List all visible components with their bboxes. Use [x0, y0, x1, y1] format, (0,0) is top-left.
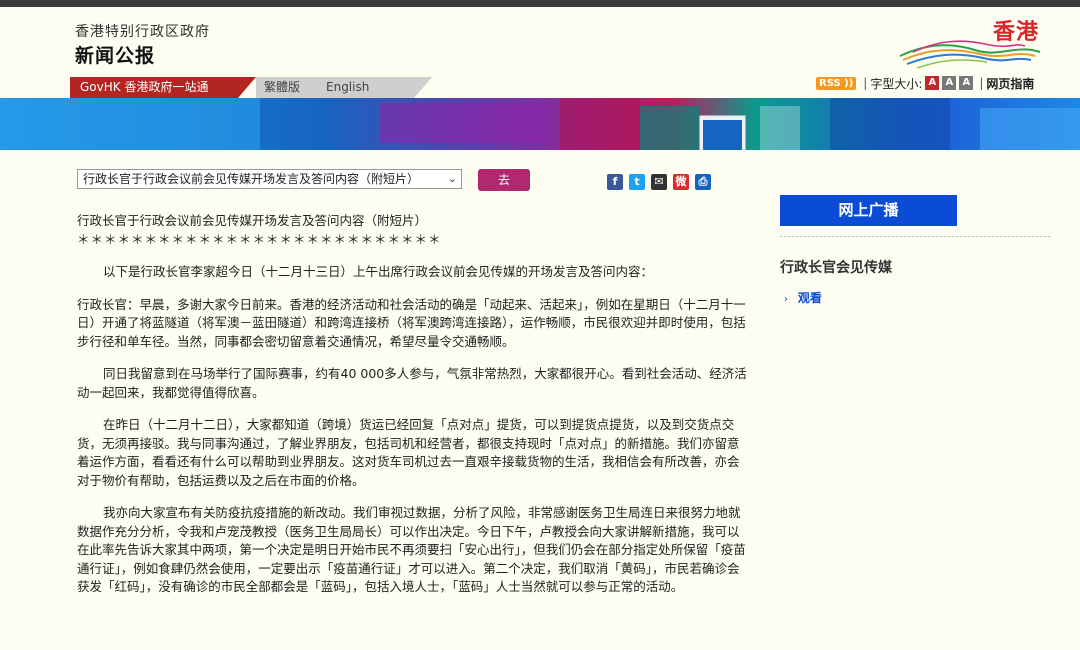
english-link[interactable]: English [326, 77, 369, 98]
article-select[interactable]: 行政长官于行政会议前会见传媒开场发言及答问内容（附短片） ⌄ [77, 169, 462, 189]
site-title[interactable]: 新闻公报 [75, 41, 155, 68]
header-banner [0, 98, 1080, 150]
article-paragraph: 在昨日（十二月十二日），大家都知道（跨境）货运已经回复「点对点」提货，可以到提货… [77, 417, 740, 488]
logo-text: 香港 [993, 20, 1040, 45]
article-paragraph: 同日我留意到在马场举行了国际赛事，约有40 000多人参与，气氛非常热烈，大家都… [77, 366, 747, 400]
facebook-icon[interactable]: f [607, 174, 623, 190]
watch-link-label: 观看 [797, 291, 822, 305]
article-paragraph: 行政长官：早晨，多谢大家今日前来。香港的经济活动和社会活动的确是「动起来、活起来… [77, 296, 746, 349]
top-strip [0, 0, 1080, 7]
rss-link[interactable]: RSS )) [816, 76, 857, 90]
govhk-link[interactable]: GovHK 香港政府一站通 [70, 77, 238, 98]
font-size-label: 字型大小: [870, 76, 923, 91]
article-headline: 行政长官于行政会议前会见传媒开场发言及答问内容（附短片） [77, 213, 428, 228]
weibo-icon[interactable]: 微 [673, 174, 689, 190]
watch-link[interactable]: › 观看 [784, 289, 822, 306]
webcast-button[interactable]: 网上广播 [780, 195, 957, 226]
sidebar-divider [780, 236, 1052, 237]
chevron-right-icon: › [784, 294, 788, 305]
go-button[interactable]: 去 [478, 169, 530, 191]
separator: | [979, 76, 984, 90]
font-large-button[interactable]: A [959, 76, 974, 90]
separator: | [863, 76, 868, 90]
article-intro: 以下是行政长官李家超今日（十二月十三日）上午出席行政会议前会见传媒的开场发言及答… [103, 264, 654, 279]
headline-divider: ＊＊＊＊＊＊＊＊＊＊＊＊＊＊＊＊＊＊＊＊＊＊＊＊＊＊＊ [77, 231, 442, 247]
nav-divider [238, 77, 256, 98]
chevron-down-icon: ⌄ [447, 172, 457, 185]
org-name: 香港特别行政区政府 [75, 24, 210, 40]
font-small-button[interactable]: A [925, 76, 940, 90]
print-icon[interactable]: ⎙ [695, 174, 711, 190]
email-icon[interactable]: ✉ [651, 174, 667, 190]
article-paragraph: 我亦向大家宣布有关防疫抗疫措施的新改动。我们审视过数据，分析了风险，非常感谢医务… [77, 505, 746, 594]
utility-bar: RSS )) | 字型大小: A A A | 网页指南 [816, 74, 1034, 92]
share-bar: f t ✉ 微 ⎙ [607, 174, 717, 190]
top-nav: GovHK 香港政府一站通 繁體版 English [70, 77, 432, 98]
twitter-icon[interactable]: t [629, 174, 645, 190]
article-select-value: 行政长官于行政会议前会见传媒开场发言及答问内容（附短片） [83, 172, 420, 186]
language-bar-end [414, 77, 432, 98]
web-guide-link[interactable]: 网页指南 [986, 75, 1034, 92]
press-release: 行政长官于行政会议前会见传媒开场发言及答问内容（附短片） ＊＊＊＊＊＊＊＊＊＊＊… [77, 212, 747, 597]
sidebar-section-title: 行政长官会见传媒 [780, 260, 892, 276]
traditional-chinese-link[interactable]: 繁體版 [264, 77, 300, 98]
font-medium-button[interactable]: A [942, 76, 957, 90]
